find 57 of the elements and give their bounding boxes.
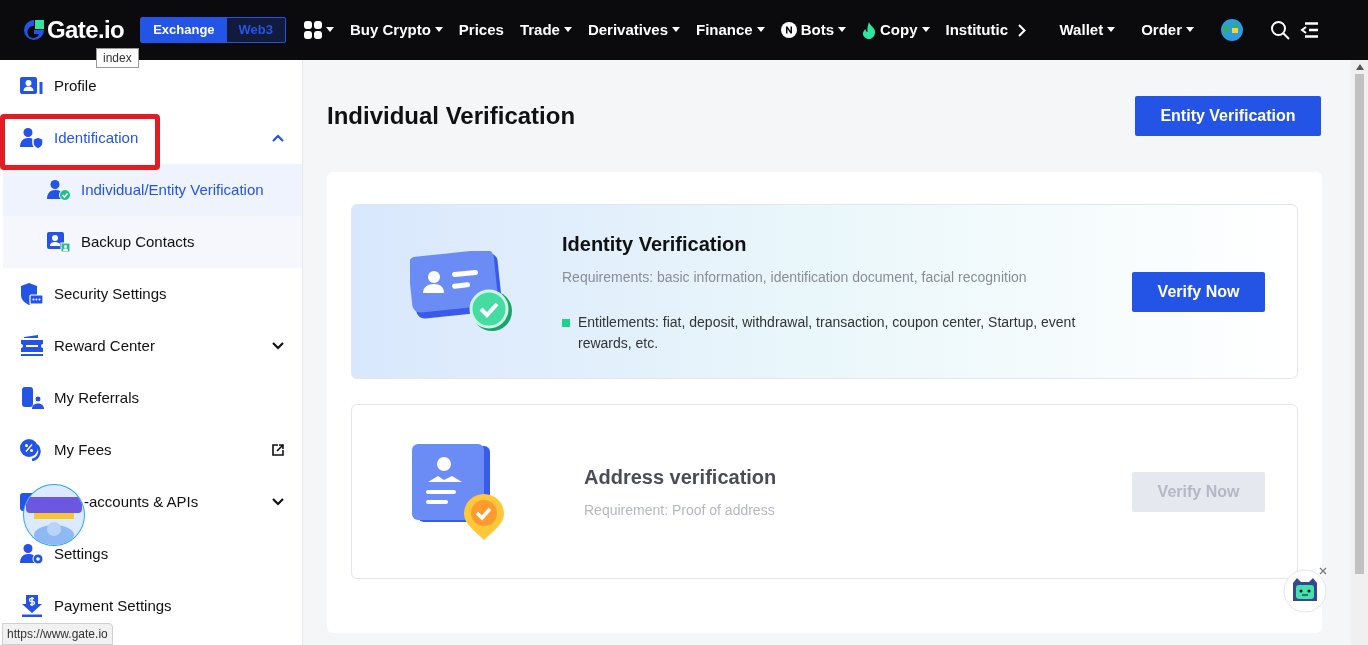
flame-icon xyxy=(862,21,877,39)
sidebar-subitem[interactable]: Individual/Entity Verification xyxy=(3,164,302,216)
tooltip: index xyxy=(96,48,139,68)
nav-item[interactable]: Prices xyxy=(458,18,504,42)
sidebar-item[interactable]: Reward Center xyxy=(0,320,302,372)
scroll-up-icon[interactable] xyxy=(1355,64,1364,70)
nav-item[interactable]: Institutic xyxy=(945,18,1009,42)
nav-item[interactable]: Buy Crypto xyxy=(350,18,443,42)
chevron-right-icon[interactable] xyxy=(1018,23,1027,37)
verify-now-button[interactable]: Verify Now xyxy=(1132,271,1265,312)
shield-icon xyxy=(20,283,44,305)
nav-item[interactable]: Finance xyxy=(696,18,765,42)
card-title: Identity Verification xyxy=(562,232,748,257)
scrollbar-thumb[interactable] xyxy=(1355,74,1364,574)
nav-item[interactable]: Derivatives xyxy=(587,18,680,42)
nav-item[interactable]: Copy xyxy=(862,18,930,42)
card-title: Address verification xyxy=(584,465,778,490)
entity-verification-button[interactable]: Entity Verification xyxy=(1135,96,1321,136)
nav-item[interactable]: Trade xyxy=(519,18,572,42)
bots-icon xyxy=(780,22,797,38)
chatbot-icon[interactable] xyxy=(1283,569,1327,613)
sidebar-item[interactable]: My Fees xyxy=(0,424,302,476)
contact-card-icon xyxy=(47,231,71,253)
mode-tab[interactable]: Exchange xyxy=(141,18,227,42)
menu-icon[interactable] xyxy=(1300,22,1318,38)
chevron-up-icon xyxy=(272,134,284,142)
chevron-down-icon xyxy=(272,342,284,350)
requirements-text: Requirements: basic information, identification document, facial recognition xyxy=(562,268,1028,287)
logo-text[interactable]: Gate.io xyxy=(47,12,125,48)
status-url: https://www.gate.io xyxy=(2,623,113,645)
sidebar-item[interactable]: Security Settings xyxy=(0,268,302,320)
apps-icon xyxy=(304,21,322,39)
nav-item[interactable]: Order xyxy=(1141,18,1194,42)
chevron-down-icon xyxy=(272,498,284,506)
download-dollar-icon xyxy=(20,595,44,617)
sidebar-item[interactable]: Identification xyxy=(0,112,302,164)
requirements-text: Requirement: Proof of address xyxy=(584,501,776,520)
user-check-icon xyxy=(47,179,71,201)
user-shield-icon xyxy=(20,127,44,149)
profile-icon xyxy=(20,75,44,97)
percent-icon xyxy=(20,439,44,461)
nav-item[interactable]: Wallet xyxy=(1059,18,1116,42)
globe-avatar-icon[interactable] xyxy=(1220,18,1244,42)
close-icon[interactable] xyxy=(1319,567,1327,575)
sidebar-item[interactable]: My Referrals xyxy=(0,372,302,424)
entitlements-text: Entitlements: fiat, deposit, withdrawal, transaction, coupon center, Startup, event rewards, etc. xyxy=(578,313,1077,353)
bullet-icon xyxy=(562,319,570,327)
nav-item[interactable]: Bots xyxy=(780,18,847,42)
sidebar-subitem[interactable]: Backup Contacts xyxy=(3,216,302,268)
logo-icon xyxy=(22,18,46,42)
referrals-icon xyxy=(20,387,44,409)
ticket-icon xyxy=(20,335,44,357)
search-icon[interactable] xyxy=(1270,20,1290,40)
nav-item[interactable] xyxy=(304,21,334,39)
page-title: Individual Verification xyxy=(327,101,576,131)
user-gear-icon xyxy=(20,543,44,565)
sidebar-item[interactable]: Settings xyxy=(0,528,302,580)
